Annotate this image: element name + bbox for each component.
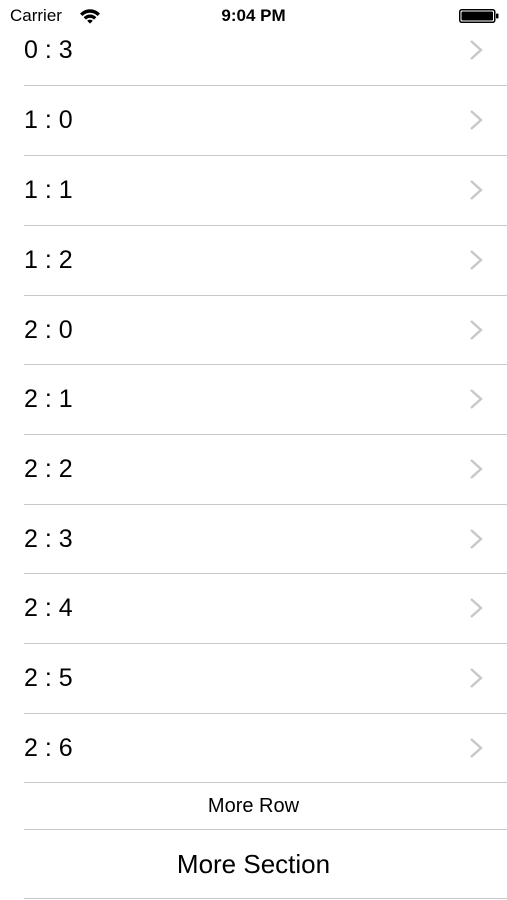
row-separator xyxy=(24,898,507,899)
table-row[interactable]: 1 : 2 xyxy=(0,225,507,295)
more-row-button[interactable]: More Row xyxy=(24,783,483,829)
table-row[interactable]: 2 : 5 xyxy=(0,643,507,713)
chevron-right-icon xyxy=(470,668,483,688)
status-bar: Carrier 9:04 PM xyxy=(0,0,507,32)
chevron-right-icon xyxy=(470,529,483,549)
chevron-right-icon xyxy=(470,738,483,758)
row-label: 2 : 6 xyxy=(24,734,73,762)
table-row[interactable]: 2 : 4 xyxy=(0,573,507,643)
table-row[interactable]: 2 : 6 xyxy=(0,713,507,783)
row-label: 2 : 0 xyxy=(24,316,73,344)
table-row[interactable]: 2 : 2 xyxy=(0,434,507,504)
row-label: 2 : 2 xyxy=(24,455,73,483)
row-label: 2 : 1 xyxy=(24,385,73,413)
row-label: 1 : 0 xyxy=(24,106,73,134)
row-label: 1 : 2 xyxy=(24,246,73,274)
chevron-right-icon xyxy=(470,598,483,618)
table-row[interactable]: 1 : 0 xyxy=(0,85,507,155)
chevron-right-icon xyxy=(470,389,483,409)
battery-full-icon xyxy=(459,9,499,23)
table-row[interactable]: 2 : 1 xyxy=(0,364,507,434)
table-row[interactable]: 2 : 0 xyxy=(0,295,507,365)
row-label: 2 : 4 xyxy=(24,594,73,622)
chevron-right-icon xyxy=(470,320,483,340)
row-label: 2 : 3 xyxy=(24,525,73,553)
chevron-right-icon xyxy=(470,180,483,200)
status-time: 9:04 PM xyxy=(221,6,286,25)
chevron-right-icon xyxy=(470,250,483,270)
row-label: 2 : 5 xyxy=(24,664,73,692)
table-row[interactable]: 2 : 3 xyxy=(0,504,507,574)
row-label: 1 : 1 xyxy=(24,176,73,204)
table-row[interactable]: 1 : 1 xyxy=(0,155,507,225)
chevron-right-icon xyxy=(470,40,483,60)
more-section-button[interactable]: More Section xyxy=(24,830,483,898)
chevron-right-icon xyxy=(470,459,483,479)
table-view[interactable]: 0 : 3 1 : 0 1 : 1 1 : 2 2 : 0 2 : 1 2: … xyxy=(0,0,507,900)
chevron-right-icon xyxy=(470,110,483,130)
